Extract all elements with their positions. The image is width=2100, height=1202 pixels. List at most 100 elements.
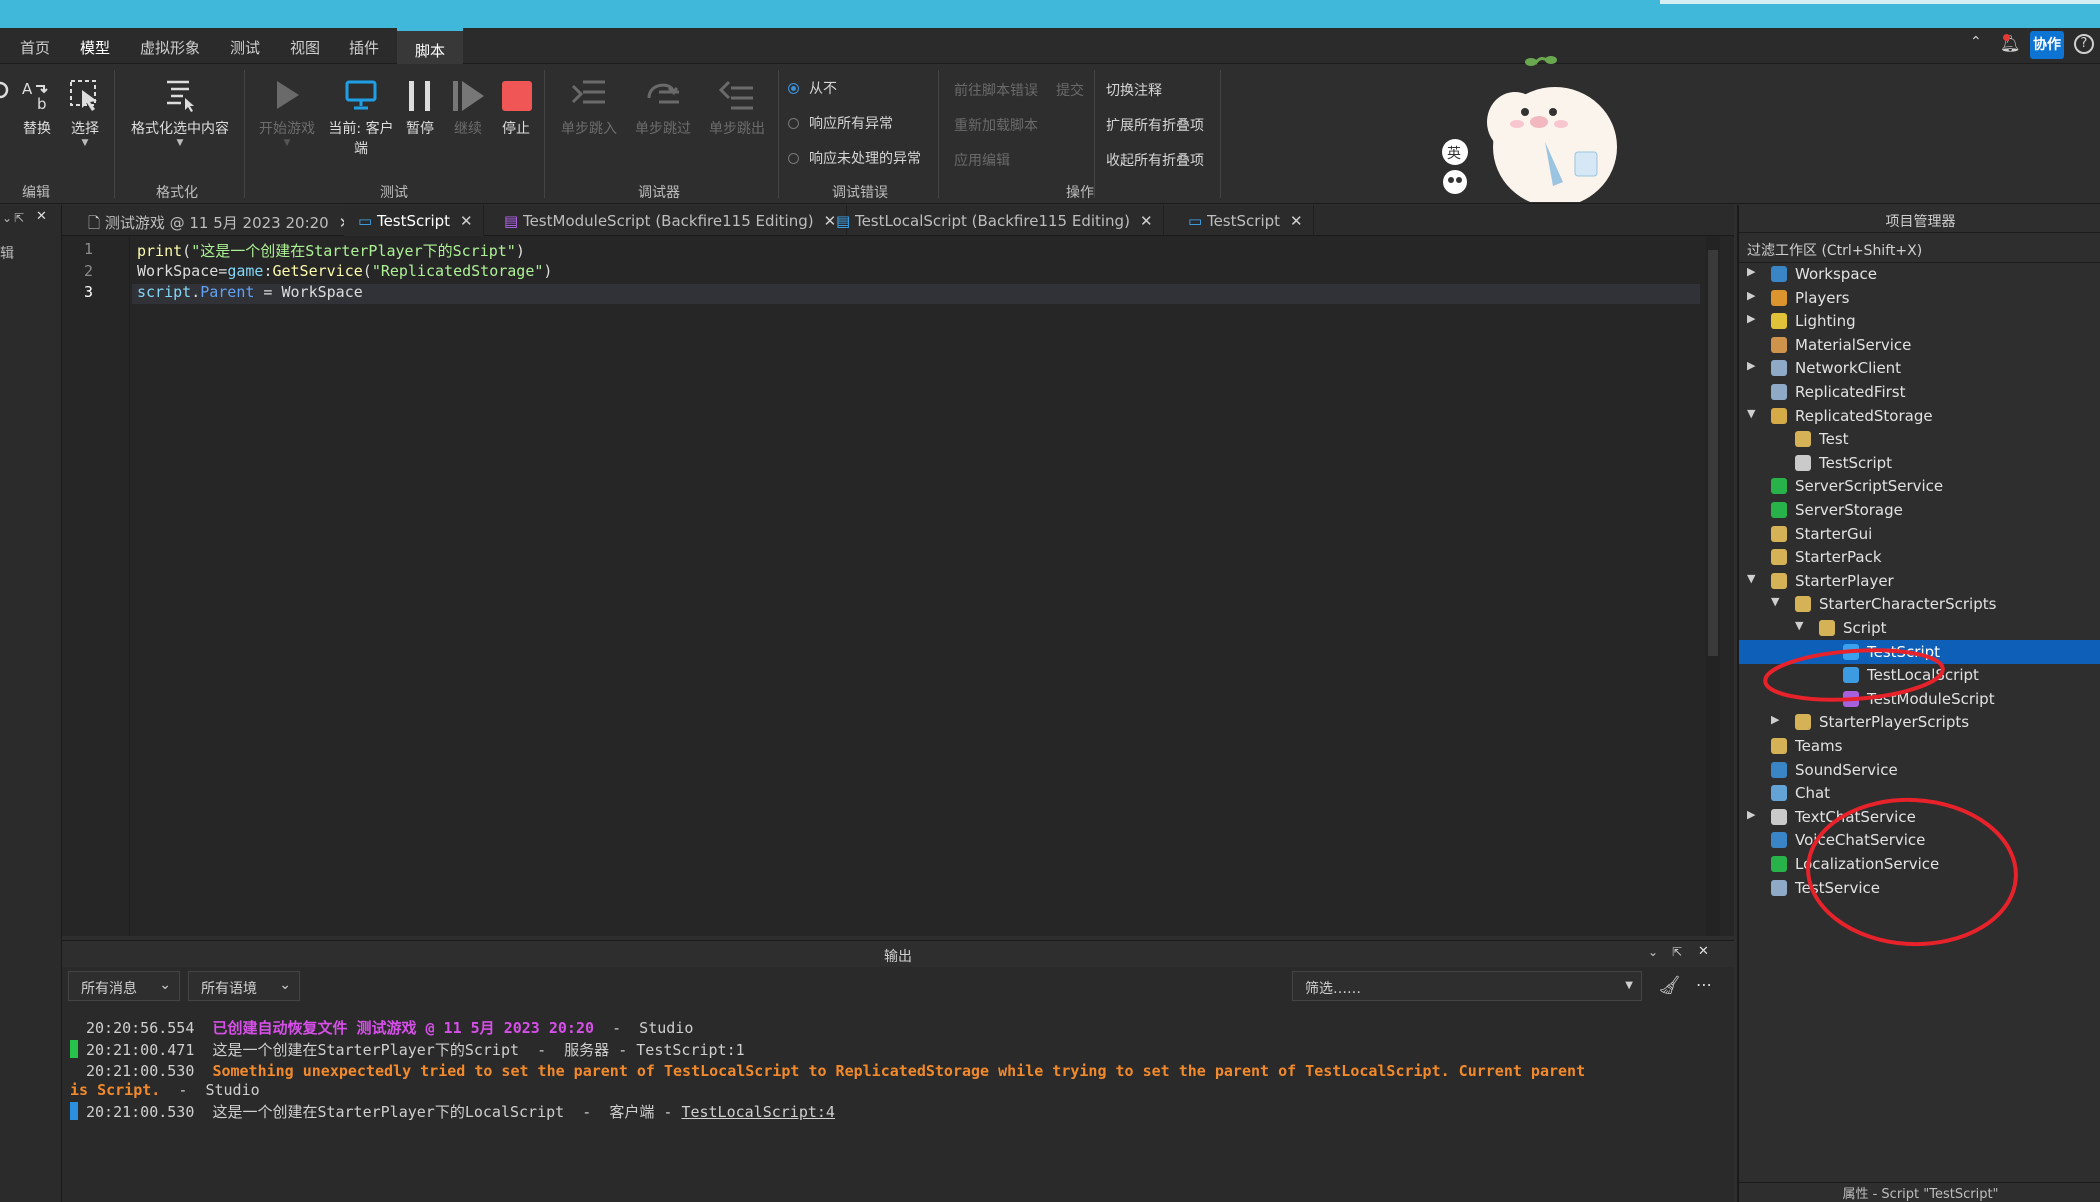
collaborate-button[interactable]: 协作 <box>2030 31 2064 59</box>
tree-item-startergui[interactable]: StarterGui <box>1739 522 2100 546</box>
tab-testmodulescript[interactable]: ▤ TestModuleScript (Backfire115 Editing)… <box>490 205 848 236</box>
debug-all-option[interactable]: 响应所有异常 <box>788 113 893 133</box>
current-client-button[interactable]: 当前: 客户 端 <box>326 78 396 158</box>
tree-item-testservice[interactable]: TestService <box>1739 876 2100 900</box>
radio[interactable] <box>788 153 799 164</box>
tree-item-serverscriptservice[interactable]: ServerScriptService <box>1739 474 2100 498</box>
log-source-link[interactable]: TestLocalScript:4 <box>681 1103 835 1121</box>
select-button[interactable]: 选择 ▼ <box>64 78 106 148</box>
tree-item-testlocalscript[interactable]: TestLocalScript <box>1739 663 2100 687</box>
panel-chevron-icon[interactable]: ⌄ <box>2 211 12 225</box>
tree-item-replicatedfirst[interactable]: ReplicatedFirst <box>1739 380 2100 404</box>
expanded-arrow-icon[interactable]: ▼ <box>1771 595 1779 608</box>
tab-testscript-active[interactable]: ▭ TestScript ✕ <box>344 205 484 236</box>
tree-item-script[interactable]: ▼ Script <box>1739 616 2100 640</box>
reload-script-button[interactable]: 重新加载脚本 <box>954 115 1038 135</box>
tree-item-chat[interactable]: Chat <box>1739 781 2100 805</box>
collapse-ribbon-icon[interactable]: ⌃ <box>1970 34 1982 50</box>
tab-testscript-2[interactable]: ▭ TestScript ✕ <box>1174 205 1314 236</box>
code-line-3[interactable]: script.Parent = WorkSpace <box>137 283 363 301</box>
expanded-arrow-icon[interactable]: ▼ <box>1795 619 1803 632</box>
code-line-2[interactable]: WorkSpace=game:GetService("ReplicatedSto… <box>137 262 552 280</box>
tree-item-teams[interactable]: Teams <box>1739 734 2100 758</box>
close-panel-icon[interactable]: ✕ <box>36 209 47 224</box>
tree-item-materialservice[interactable]: MaterialService <box>1739 333 2100 357</box>
tree-item-soundservice[interactable]: SoundService <box>1739 758 2100 782</box>
replace-button[interactable]: Ab 替换 <box>16 78 58 138</box>
tree-item-testscript[interactable]: TestScript <box>1739 451 2100 475</box>
collapsed-arrow-icon[interactable]: ▶ <box>1747 359 1755 372</box>
tree-item-workspace[interactable]: ▶ Workspace <box>1739 262 2100 286</box>
close-tab-icon[interactable]: ✕ <box>460 212 473 230</box>
format-selection-button[interactable]: 格式化选中内容 ▼ <box>120 78 240 148</box>
menu-plugins[interactable]: 插件 <box>349 37 379 58</box>
explorer-filter-input[interactable]: 过滤工作区 (Ctrl+Shift+X) <box>1739 233 2100 263</box>
tree-item-voicechatservice[interactable]: VoiceChatService <box>1739 828 2100 852</box>
goto-error-button[interactable]: 前往脚本错误 <box>954 80 1038 100</box>
message-filter-dropdown[interactable]: 所有消息 ⌄ <box>68 971 180 1001</box>
expand-all-folds-button[interactable]: 扩展所有折叠项 <box>1106 115 1204 135</box>
tree-item-textchatservice[interactable]: ▶ TextChatService <box>1739 805 2100 829</box>
collapsed-arrow-icon[interactable]: ▶ <box>1747 289 1755 302</box>
output-close-icon[interactable]: ✕ <box>1698 944 1709 959</box>
debug-never-option[interactable]: 从不 <box>788 78 837 98</box>
menu-test[interactable]: 测试 <box>230 37 260 58</box>
editor-scrollbar[interactable] <box>1706 236 1720 936</box>
menu-avatar[interactable]: 虚拟形象 <box>140 37 200 58</box>
collapse-all-folds-button[interactable]: 收起所有折叠项 <box>1106 150 1204 170</box>
format-dropdown-icon[interactable]: ▼ <box>120 138 240 148</box>
expanded-arrow-icon[interactable]: ▼ <box>1747 407 1755 420</box>
tree-item-test[interactable]: Test <box>1739 427 2100 451</box>
radio-selected[interactable] <box>788 83 799 94</box>
clear-output-icon[interactable]: 🧹︎ <box>1658 975 1681 996</box>
select-dropdown-icon[interactable]: ▼ <box>64 138 106 148</box>
stop-button[interactable]: 停止 <box>496 78 536 138</box>
tree-item-testmodulescript[interactable]: TestModuleScript <box>1739 687 2100 711</box>
commit-button[interactable]: 提交 <box>1056 80 1084 100</box>
undock-icon[interactable]: ⇱ <box>14 211 24 225</box>
step-into-button[interactable]: 单步跳入 <box>554 78 624 138</box>
code-line-1[interactable]: print("这是一个创建在StarterPlayer下的Script") <box>137 240 525 261</box>
output-search-input[interactable]: 筛选…… ▼ <box>1292 971 1642 1001</box>
toggle-comment-button[interactable]: 切换注释 <box>1106 80 1162 100</box>
collapsed-arrow-icon[interactable]: ▶ <box>1747 808 1755 821</box>
tab-test-game[interactable]: 🗋︎ 测试游戏 @ 11 5月 2023 20:20✕ <box>74 205 363 236</box>
menu-script[interactable]: 脚本 <box>397 28 464 64</box>
tree-item-serverstorage[interactable]: ServerStorage <box>1739 498 2100 522</box>
collapsed-arrow-icon[interactable]: ▶ <box>1771 713 1779 726</box>
code-editor[interactable]: 1 2 3 print("这是一个创建在StarterPlayer下的Scrip… <box>62 236 1734 936</box>
find-button[interactable] <box>0 78 12 114</box>
menu-home[interactable]: 首页 <box>20 37 50 58</box>
radio[interactable] <box>788 118 799 129</box>
help-icon[interactable]: ? <box>2074 34 2094 54</box>
collapsed-arrow-icon[interactable]: ▶ <box>1747 265 1755 278</box>
close-tab-icon[interactable]: ✕ <box>1290 212 1303 230</box>
tree-item-starterplayer[interactable]: ▼ StarterPlayer <box>1739 569 2100 593</box>
collapsed-arrow-icon[interactable]: ▶ <box>1747 312 1755 325</box>
debug-unhandled-option[interactable]: 响应未处理的异常 <box>788 148 921 168</box>
menu-model[interactable]: 模型 <box>80 37 110 58</box>
more-options-icon[interactable]: ⋯ <box>1696 975 1712 994</box>
tree-item-localizationservice[interactable]: LocalizationService <box>1739 852 2100 876</box>
step-over-button[interactable]: 单步跳过 <box>628 78 698 138</box>
scrollbar-thumb[interactable] <box>1708 250 1718 656</box>
start-game-button[interactable]: 开始游戏 ▼ <box>252 78 322 148</box>
resume-button[interactable]: 继续 <box>448 78 488 138</box>
tree-item-replicatedstorage[interactable]: ▼ ReplicatedStorage <box>1739 404 2100 428</box>
expanded-arrow-icon[interactable]: ▼ <box>1747 572 1755 585</box>
tree-item-starterplayerscripts[interactable]: ▶ StarterPlayerScripts <box>1739 710 2100 734</box>
close-tab-icon[interactable]: ✕ <box>1140 212 1153 230</box>
pause-button[interactable]: 暂停 <box>400 78 440 138</box>
tree-item-startercharacterscripts[interactable]: ▼ StarterCharacterScripts <box>1739 592 2100 616</box>
output-undock-icon[interactable]: ⇱ <box>1672 945 1682 959</box>
tree-item-lighting[interactable]: ▶ Lighting <box>1739 309 2100 333</box>
apply-edits-button[interactable]: 应用编辑 <box>954 150 1010 170</box>
tree-item-testscript[interactable]: TestScript <box>1739 639 2100 664</box>
menu-view[interactable]: 视图 <box>290 37 320 58</box>
tree-item-networkclient[interactable]: ▶ NetworkClient <box>1739 356 2100 380</box>
step-out-button[interactable]: 单步跳出 <box>702 78 772 138</box>
tree-item-starterpack[interactable]: StarterPack <box>1739 545 2100 569</box>
tab-testlocalscript[interactable]: ▤ TestLocalScript (Backfire115 Editing) ✕ <box>822 205 1164 236</box>
tree-item-players[interactable]: ▶ Players <box>1739 286 2100 310</box>
context-filter-dropdown[interactable]: 所有语境 ⌄ <box>188 971 300 1001</box>
